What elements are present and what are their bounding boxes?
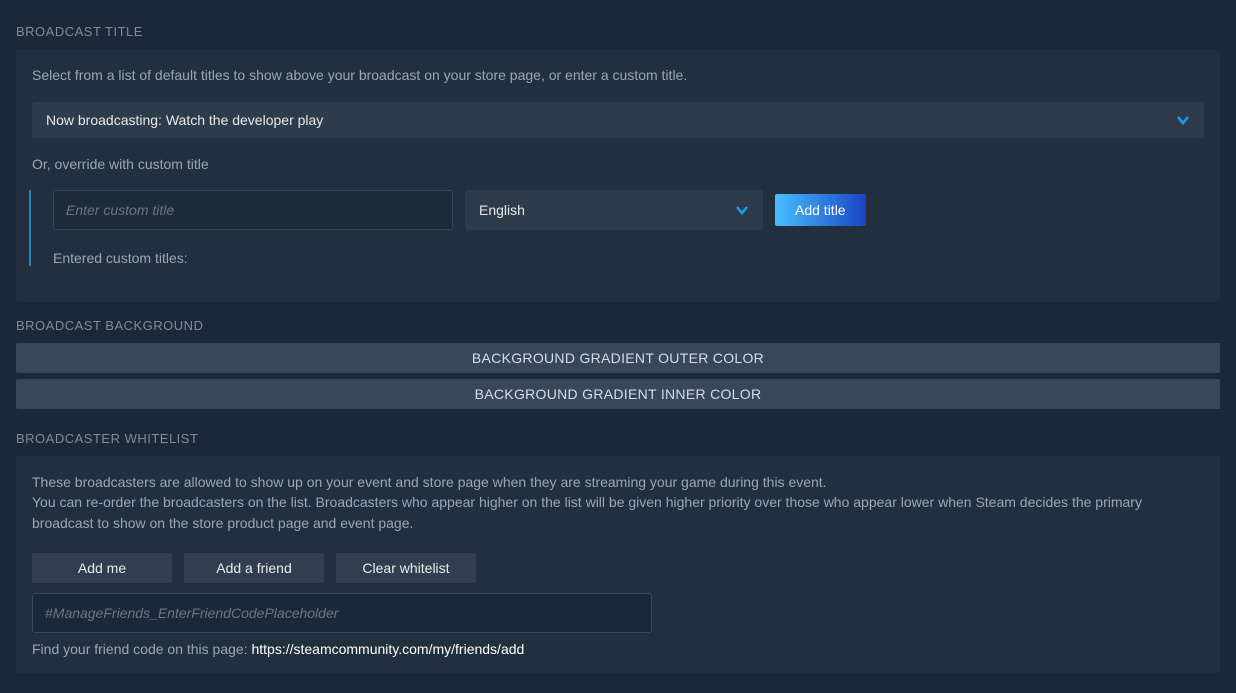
entered-titles-label: Entered custom titles:	[53, 250, 1204, 266]
custom-title-row: English Add title	[53, 190, 1204, 230]
friend-code-link[interactable]: https://steamcommunity.com/my/friends/ad…	[251, 641, 524, 657]
broadcast-title-panel: Select from a list of default titles to …	[16, 49, 1220, 302]
language-selected: English	[479, 202, 525, 218]
broadcast-background-header: BROADCAST BACKGROUND	[16, 318, 1220, 333]
add-friend-button[interactable]: Add a friend	[184, 553, 324, 583]
friend-code-input[interactable]	[32, 593, 652, 633]
whitelist-description: These broadcasters are allowed to show u…	[32, 472, 1204, 533]
default-title-selected: Now broadcasting: Watch the developer pl…	[46, 112, 323, 128]
add-title-button[interactable]: Add title	[775, 194, 866, 226]
broadcast-title-header: BROADCAST TITLE	[16, 24, 1220, 39]
chevron-down-icon	[735, 203, 749, 217]
friend-code-help: Find your friend code on this page: http…	[32, 641, 1204, 657]
bg-gradient-outer-button[interactable]: BACKGROUND GRADIENT OUTER COLOR	[16, 343, 1220, 373]
broadcaster-whitelist-header: BROADCASTER WHITELIST	[16, 431, 1220, 446]
default-title-dropdown[interactable]: Now broadcasting: Watch the developer pl…	[32, 102, 1204, 138]
custom-title-section: English Add title Entered custom titles:	[29, 190, 1204, 266]
friend-code-help-prefix: Find your friend code on this page:	[32, 641, 251, 657]
override-label: Or, override with custom title	[32, 156, 1204, 172]
whitelist-button-row: Add me Add a friend Clear whitelist	[32, 553, 1204, 583]
chevron-down-icon	[1176, 113, 1190, 127]
add-me-button[interactable]: Add me	[32, 553, 172, 583]
custom-title-input[interactable]	[53, 190, 453, 230]
broadcaster-whitelist-panel: These broadcasters are allowed to show u…	[16, 456, 1220, 673]
whitelist-desc-line2: You can re-order the broadcasters on the…	[32, 494, 1142, 530]
broadcast-title-description: Select from a list of default titles to …	[32, 65, 1204, 86]
language-select[interactable]: English	[465, 190, 763, 230]
clear-whitelist-button[interactable]: Clear whitelist	[336, 553, 476, 583]
bg-gradient-inner-button[interactable]: BACKGROUND GRADIENT INNER COLOR	[16, 379, 1220, 409]
whitelist-desc-line1: These broadcasters are allowed to show u…	[32, 474, 827, 490]
